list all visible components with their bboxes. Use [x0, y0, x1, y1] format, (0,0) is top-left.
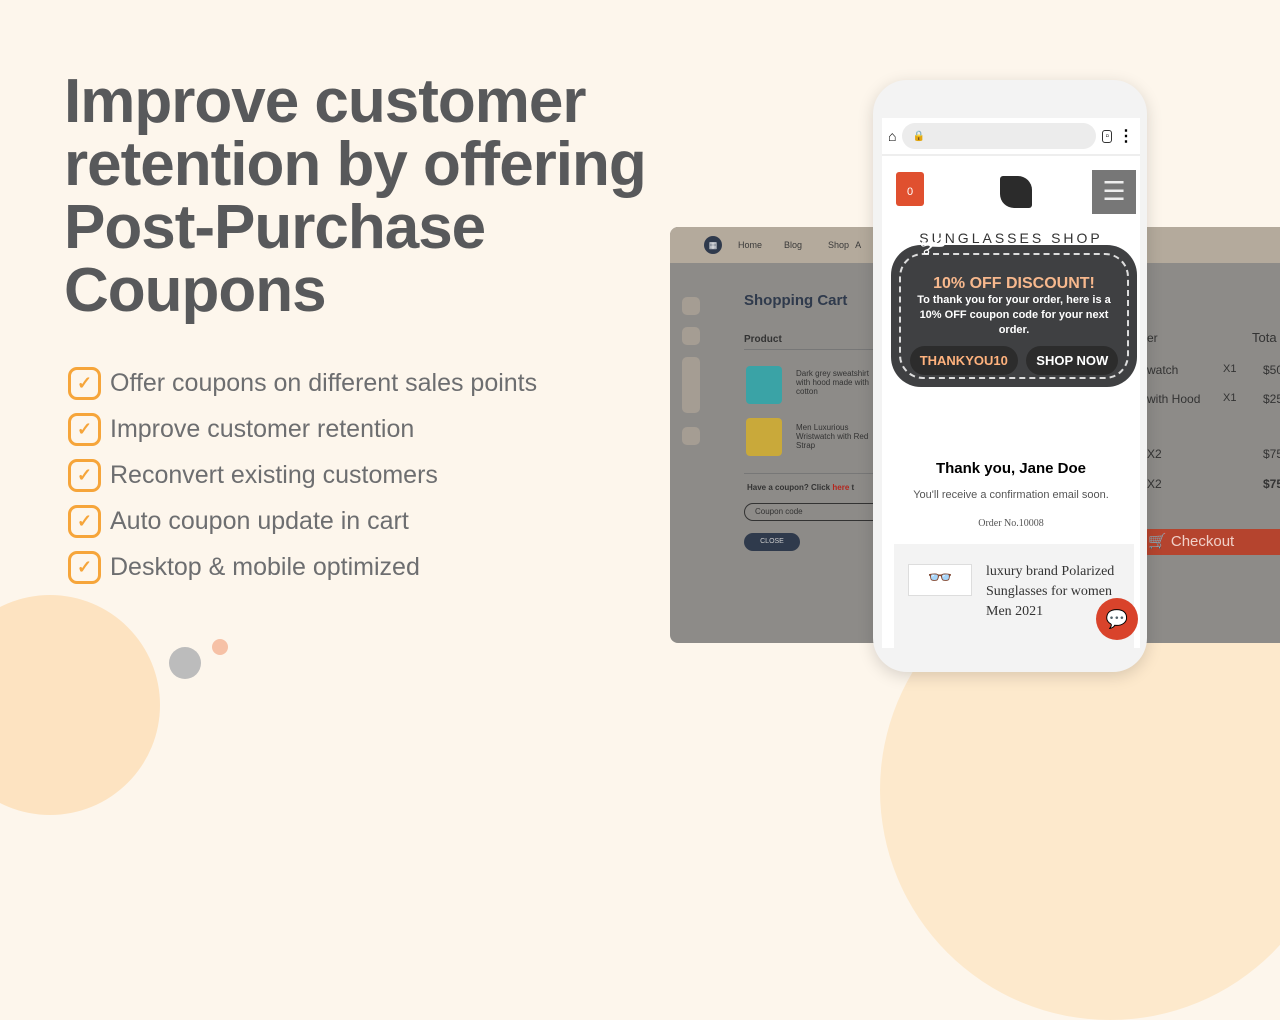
shop-logo	[1000, 176, 1032, 208]
row-price: $50	[1263, 363, 1280, 377]
row-price: $75	[1263, 477, 1280, 491]
watch-image	[746, 418, 782, 456]
order-number: Order No.10008	[978, 518, 1044, 529]
shop-now-button[interactable]: SHOP NOW	[1026, 346, 1119, 375]
chat-icon[interactable]: 💬	[1096, 598, 1138, 640]
coupon-code[interactable]: THANKYOU10	[909, 346, 1018, 375]
cart-bag-icon[interactable]: 0	[896, 172, 924, 206]
checkout-label: Checkout	[1170, 533, 1235, 550]
coupon-prompt: Have a coupon? Click here t	[747, 483, 854, 492]
feature-item: ✓ Offer coupons on different sales points	[68, 360, 537, 406]
confirmation-text: You'll receive a confirmation email soon…	[913, 489, 1109, 501]
nav-shop[interactable]: Shop	[828, 240, 849, 250]
coupon-prompt-text: Have a coupon? Click	[747, 483, 831, 492]
more-menu-icon[interactable]: ⋮	[1118, 126, 1134, 146]
feature-label: Reconvert existing customers	[110, 460, 438, 489]
sunglasses-image: 👓	[908, 564, 972, 596]
feature-list: ✓ Offer coupons on different sales points…	[68, 360, 537, 590]
headline-line: Coupons	[64, 256, 327, 325]
product-card: 👓 luxury brand Polarized Sunglasses for …	[894, 544, 1134, 648]
check-icon: ✓	[68, 366, 101, 400]
check-icon: ✓	[68, 412, 101, 446]
lock-icon: 🔒	[912, 130, 925, 142]
feature-item: ✓ Reconvert existing customers	[68, 452, 537, 498]
headline-line: Improve customer	[64, 67, 587, 136]
nav-blog[interactable]: Blog	[784, 240, 802, 250]
feature-label: Auto coupon update in cart	[110, 506, 409, 535]
nav-home[interactable]: Home	[738, 240, 762, 250]
decor-circle	[0, 595, 160, 815]
coupon-card: ✂ 10% OFF DISCOUNT! To thank you for you…	[891, 227, 1137, 387]
sidebar-block	[682, 327, 700, 345]
hamburger-menu-icon[interactable]: ☰	[1092, 170, 1136, 214]
headline-line: Post-Purchase	[64, 193, 486, 262]
headline-line: retention by offering	[64, 130, 647, 199]
decor-dot	[169, 647, 201, 679]
row-qty: X2	[1147, 447, 1162, 461]
browser-bar: ⌂ 🔒 ▫ ⋮	[882, 118, 1140, 156]
feature-label: Improve customer retention	[110, 414, 415, 443]
row-name: with Hood	[1147, 392, 1201, 406]
address-bar[interactable]: 🔒	[902, 123, 1097, 149]
row-name: watch	[1147, 363, 1179, 377]
coupon-link[interactable]: here	[832, 483, 849, 492]
row-price: $25	[1263, 392, 1280, 406]
check-icon: ✓	[68, 504, 101, 538]
feature-label: Desktop & mobile optimized	[110, 552, 420, 581]
feature-item: ✓ Improve customer retention	[68, 406, 537, 452]
row-price: $75	[1263, 447, 1280, 461]
thank-you-heading: Thank you, Jane Doe	[935, 460, 1087, 477]
check-icon: ✓	[68, 458, 101, 492]
sidebar-block	[682, 357, 700, 413]
cart-count: 0	[906, 186, 914, 198]
feature-item: ✓ Desktop & mobile optimized	[68, 544, 537, 590]
row-qty: X1	[1223, 363, 1237, 375]
sweatshirt-image	[746, 366, 782, 404]
coupon-prompt-tail: t	[851, 483, 855, 492]
row-qty: X1	[1223, 392, 1237, 404]
nav-more[interactable]: A	[855, 240, 861, 250]
sidebar-block	[682, 427, 700, 445]
close-button[interactable]: CLOSE	[744, 533, 800, 551]
headline: Improve customer retention by offering P…	[64, 70, 764, 322]
row-qty: X2	[1147, 477, 1162, 491]
product-name: Men Luxurious Wristwatch with Red Strap	[796, 423, 869, 450]
feature-label: Offer coupons on different sales points	[110, 368, 538, 397]
coupon-code-input[interactable]: Coupon code	[744, 503, 894, 521]
decor-dot	[212, 639, 228, 655]
phone-screen: ⌂ 🔒 ▫ ⋮ 0 ☰ SUNGLASSES SHOP ✂ 10% OFF DI…	[882, 118, 1140, 648]
home-icon[interactable]: ⌂	[888, 128, 896, 144]
basket-icon: ▦	[704, 236, 722, 254]
coupon-title: 10% OFF DISCOUNT!	[933, 275, 1095, 292]
coupon-text: To thank you for your order, here is a 1…	[917, 294, 1111, 336]
total-header: Tota	[1252, 330, 1277, 345]
column-header: er	[1147, 331, 1158, 345]
cart-title: Shopping Cart	[744, 292, 848, 309]
check-icon: ✓	[68, 550, 101, 584]
product-name: Dark grey sweatshirt with hood made with…	[796, 369, 869, 396]
feature-item: ✓ Auto coupon update in cart	[68, 498, 537, 544]
checkout-button[interactable]: 🛒 Checkout	[1140, 529, 1280, 555]
product-header: Product	[744, 334, 782, 345]
phone-mockup: ⌂ 🔒 ▫ ⋮ 0 ☰ SUNGLASSES SHOP ✂ 10% OFF DI…	[873, 80, 1147, 672]
tabs-icon[interactable]: ▫	[1102, 129, 1112, 143]
sidebar-block	[682, 297, 700, 315]
